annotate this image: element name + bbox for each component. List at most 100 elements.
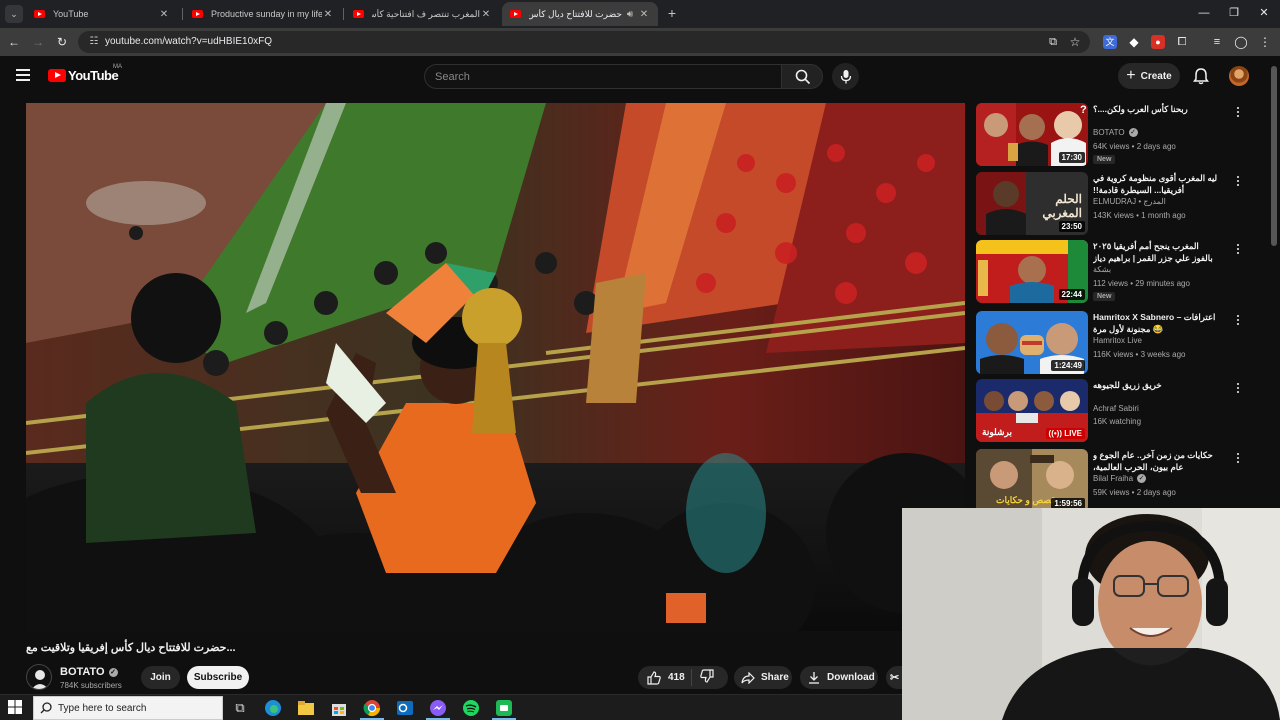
more-options-icon[interactable] xyxy=(1235,244,1241,256)
search-icon xyxy=(40,702,52,714)
channel-name[interactable]: Achraf Sabiri xyxy=(1093,404,1139,413)
reload-icon[interactable]: ↻ xyxy=(53,33,71,51)
search-button[interactable] xyxy=(781,64,823,89)
video-thumbnail[interactable]: 1:24:49 xyxy=(976,311,1088,374)
share-button[interactable]: Share xyxy=(734,666,792,689)
share-arrow-icon xyxy=(741,671,755,684)
messenger-icon[interactable] xyxy=(429,699,447,717)
minimize-button[interactable]: — xyxy=(1194,4,1214,22)
channel-name[interactable]: بشكة xyxy=(1093,265,1111,274)
video-thumbnail[interactable]: 22:44 xyxy=(976,240,1088,303)
subscribe-button[interactable]: Subscribe xyxy=(187,666,249,689)
extension-red-icon[interactable]: ● xyxy=(1151,35,1165,49)
more-options-icon[interactable] xyxy=(1235,107,1241,119)
channel-name-text[interactable]: BOTATO xyxy=(1093,128,1125,137)
close-window-button[interactable]: ✕ xyxy=(1254,4,1274,22)
site-info-icon[interactable]: ☷ xyxy=(86,34,102,50)
channel-name[interactable]: ELMUDRAJ • المدرج xyxy=(1093,197,1166,206)
video-title[interactable]: المغرب ينجح أمم أفريقيا ٢٠٢٥ بالفوز علي … xyxy=(1093,240,1221,264)
screen-recorder-icon[interactable] xyxy=(495,699,513,717)
edge-browser-icon[interactable] xyxy=(264,699,282,717)
video-thumbnail[interactable]: برشلونة ((•)) LIVE xyxy=(976,379,1088,442)
close-icon[interactable]: ✕ xyxy=(158,9,170,20)
menu-icon[interactable] xyxy=(16,69,30,81)
clip-button[interactable]: ✂ xyxy=(886,666,902,689)
profile-icon[interactable]: ◯ xyxy=(1234,35,1248,49)
more-options-icon[interactable] xyxy=(1235,176,1241,188)
video-thumbnail[interactable]: ? 17:30 xyxy=(976,103,1088,166)
channel-name-text[interactable]: BOTATO xyxy=(60,666,105,678)
recommended-video[interactable]: برشلونة ((•)) LIVE خريق زريق للجيوهه Ach… xyxy=(976,379,1246,445)
store-icon[interactable] xyxy=(330,699,348,717)
page-scrollbar[interactable] xyxy=(1271,66,1277,246)
country-code: MA xyxy=(113,64,122,70)
close-icon[interactable]: ✕ xyxy=(480,9,492,20)
video-title[interactable]: خريق زريق للجيوهه xyxy=(1093,379,1221,391)
back-arrow-icon[interactable]: ← xyxy=(5,33,23,51)
chrome-icon[interactable] xyxy=(363,699,381,717)
more-options-icon[interactable] xyxy=(1235,315,1241,327)
video-title[interactable]: حكايات من زمن آخر.. عام الجوع و عام بيون… xyxy=(1093,449,1221,473)
channel-name-text[interactable]: Bilal Fraiha xyxy=(1093,474,1133,483)
notifications-bell-icon[interactable] xyxy=(1192,67,1210,85)
video-thumbnail[interactable]: قصص و حكايات 1:59:56 xyxy=(976,449,1088,508)
install-app-icon[interactable]: ⧉ xyxy=(1044,33,1062,51)
bookmark-star-icon[interactable]: ☆ xyxy=(1066,33,1084,51)
new-tab-button[interactable]: + xyxy=(664,4,680,22)
video-title[interactable]: ربحنا كأس العرب ولكن....؟ xyxy=(1093,103,1221,115)
channel-name[interactable]: Bilal Fraiha ✓ xyxy=(1093,474,1147,483)
reading-list-icon[interactable]: ≡ xyxy=(1210,35,1224,49)
tab-title: Productive sunday in my life liv xyxy=(211,9,322,19)
account-avatar[interactable] xyxy=(1229,66,1249,86)
video-thumbnail[interactable]: الحلم المغربي 23:50 xyxy=(976,172,1088,235)
windows-start-icon[interactable] xyxy=(8,700,22,714)
youtube-logo[interactable]: YouTube MA xyxy=(48,64,122,83)
speaker-icon[interactable]: 🔊︎ xyxy=(622,9,638,20)
recommended-video[interactable]: الحلم المغربي 23:50 ليه المغرب أقوى منظو… xyxy=(976,172,1246,238)
translate-extension-icon[interactable]: 文 xyxy=(1103,35,1117,49)
address-bar[interactable]: ☷ youtube.com/watch?v=udHBIE10xFQ ⧉ ☆ xyxy=(78,31,1090,53)
video-title[interactable]: Hamritox X Sabnero – اعترافات مجنونة لأو… xyxy=(1093,311,1221,335)
spotify-icon[interactable] xyxy=(462,699,480,717)
recommended-video[interactable]: قصص و حكايات 1:59:56 حكايات من زمن آخر..… xyxy=(976,449,1246,508)
close-icon[interactable]: ✕ xyxy=(638,9,650,20)
taskbar-search-input[interactable]: Type here to search xyxy=(33,696,223,720)
extension-diamond-icon[interactable]: ◆ xyxy=(1127,35,1141,49)
youtube-favicon-icon xyxy=(34,10,45,18)
more-options-icon[interactable] xyxy=(1235,383,1241,395)
forward-arrow-icon[interactable]: → xyxy=(29,33,47,51)
browser-tab-morocco-wins[interactable]: المغرب تنتصر ف افتتاحية كأس الأ ✕ xyxy=(345,2,500,26)
video-frame-stadium-crowd xyxy=(26,103,965,631)
file-explorer-icon[interactable] xyxy=(297,699,315,717)
restore-button[interactable]: ❐ xyxy=(1224,4,1244,22)
recommended-video[interactable]: ? 17:30 ربحنا كأس العرب ولكن....؟ BOTATO… xyxy=(976,103,1246,169)
more-options-icon[interactable] xyxy=(1235,453,1241,465)
video-player[interactable] xyxy=(26,103,965,631)
recommended-video[interactable]: 22:44 المغرب ينجح أمم أفريقيا ٢٠٢٥ بالفو… xyxy=(976,240,1246,306)
channel-name[interactable]: BOTATO ✓ xyxy=(60,666,118,678)
channel-name[interactable]: BOTATO ✓ xyxy=(1093,128,1138,137)
recommended-video[interactable]: 1:24:49 Hamritox X Sabnero – اعترافات مج… xyxy=(976,311,1246,377)
channel-name[interactable]: Hamritox Live xyxy=(1093,336,1142,345)
dislike-button[interactable] xyxy=(692,669,714,686)
browser-tab-youtube[interactable]: YouTube ✕ xyxy=(26,2,178,26)
more-menu-icon[interactable]: ⋮ xyxy=(1258,35,1272,49)
extensions-puzzle-icon[interactable]: ⧠ xyxy=(1175,35,1189,49)
outlook-icon[interactable] xyxy=(396,699,414,717)
download-button[interactable]: Download xyxy=(800,666,878,689)
task-view-icon[interactable]: ⧉ xyxy=(231,699,249,717)
tab-search-button[interactable]: ⌄ xyxy=(5,5,23,23)
browser-toolbar: ← → ↻ ☷ youtube.com/watch?v=udHBIE10xFQ … xyxy=(0,28,1280,56)
voice-search-button[interactable] xyxy=(832,63,859,90)
search-input[interactable]: Search xyxy=(424,64,782,89)
url-text[interactable]: youtube.com/watch?v=udHBIE10xFQ xyxy=(105,36,272,47)
browser-tab-productive-sunday[interactable]: Productive sunday in my life liv ✕ xyxy=(184,2,342,26)
create-button[interactable]: + Create xyxy=(1118,63,1180,89)
join-button[interactable]: Join xyxy=(141,666,180,689)
channel-avatar[interactable] xyxy=(26,664,52,690)
close-icon[interactable]: ✕ xyxy=(322,9,334,20)
like-button[interactable]: 418 xyxy=(638,669,692,686)
tab-divider xyxy=(343,8,344,20)
browser-tab-active-video[interactable]: حضرت للافتتاح ديال كأس إفر 🔊︎ ✕ xyxy=(502,2,658,26)
video-title[interactable]: ليه المغرب أقوى منظومة كروية في أفريقيا.… xyxy=(1093,172,1221,196)
